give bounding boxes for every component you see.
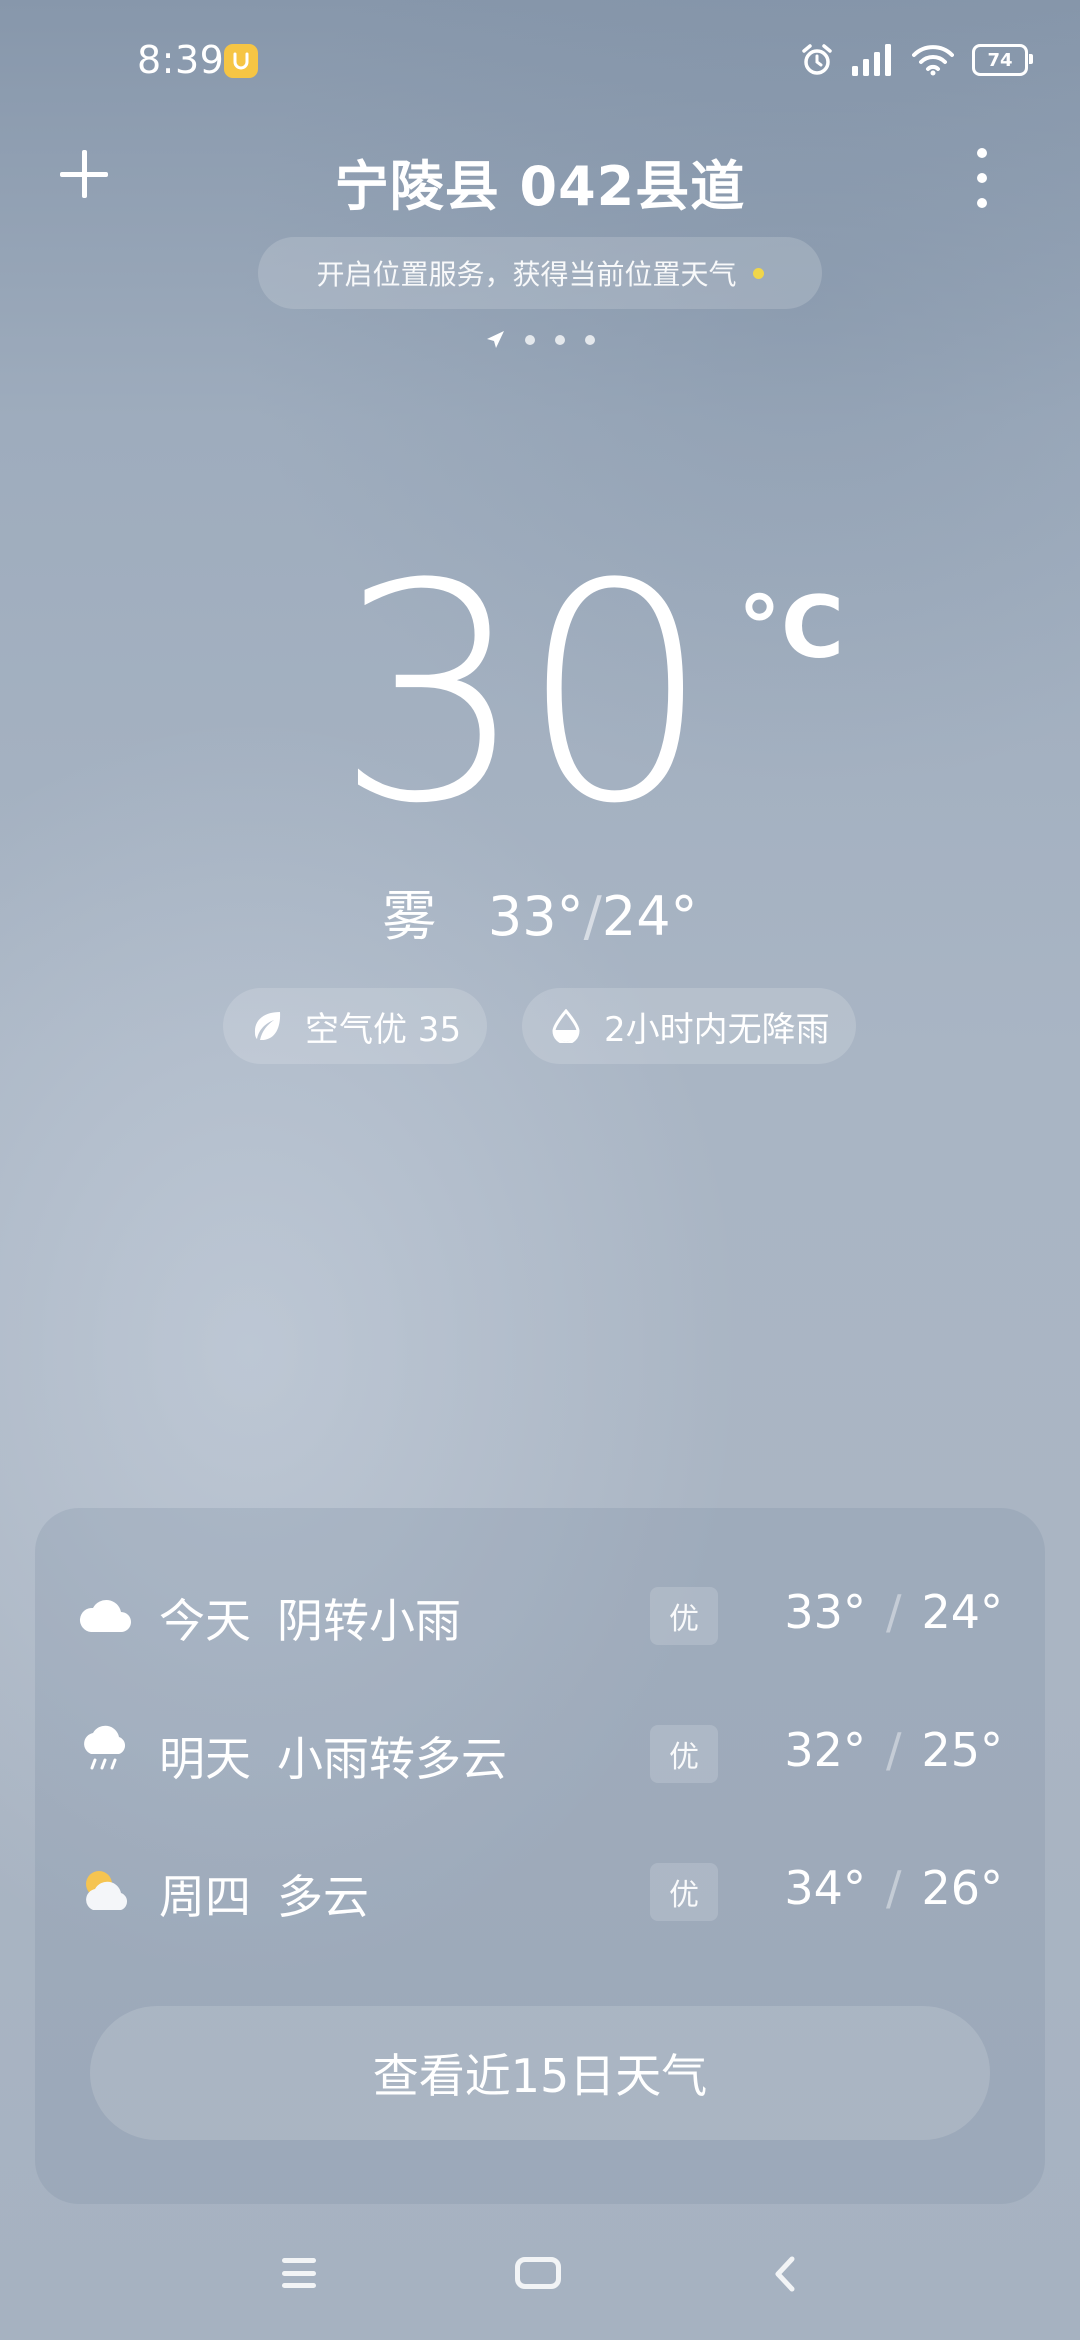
battery-level: 74 [987, 49, 1013, 71]
forecast-temps: 34° / 26° [784, 1861, 1003, 1915]
location-service-banner[interactable]: 开启位置服务，获得当前位置天气 [258, 237, 822, 309]
rain-forecast-chip[interactable]: 2小时内无降雨 [522, 988, 856, 1064]
forecast-row-tomorrow[interactable]: 明天 小雨转多云 优 32° / 25° [35, 1698, 1045, 1808]
forecast-temp-separator: / [885, 1861, 902, 1915]
rain-forecast-text: 2小时内无降雨 [604, 1009, 830, 1050]
forecast-condition: 多云 [277, 1870, 369, 1924]
current-temperature: 30 [335, 520, 711, 869]
page-indicator [0, 330, 1080, 350]
forecast-card: 今天 阴转小雨 优 33° / 24° 明天 小雨转多云 优 32° / 25° 周四 … [35, 1508, 1045, 2204]
page-dot [525, 335, 535, 345]
cloudy-icon [79, 1599, 131, 1632]
forecast-condition: 阴转小雨 [277, 1594, 461, 1648]
forecast-low: 24° [921, 1585, 1003, 1639]
battery-icon: 74 [972, 44, 1033, 76]
wifi-icon [912, 45, 954, 76]
forecast-day: 周四 [159, 1870, 251, 1924]
aqi-badge: 优 [650, 1725, 718, 1783]
forecast-condition: 小雨转多云 [277, 1732, 507, 1786]
more-options-button[interactable] [962, 148, 1002, 208]
notice-dot-icon [752, 267, 764, 279]
view-15-day-forecast-button[interactable]: 查看近15日天气 [90, 2006, 990, 2140]
leaf-icon [249, 1008, 285, 1044]
partly-cloudy-icon [86, 1871, 128, 1910]
air-quality-chip[interactable]: 空气优 35 [223, 988, 487, 1064]
forecast-temp-separator: / [885, 1723, 902, 1777]
current-condition: 雾 [382, 885, 437, 948]
forecast-high: 32° [784, 1723, 866, 1777]
forecast-temp-separator: / [885, 1585, 902, 1639]
forecast-temps: 33° / 24° [784, 1585, 1003, 1639]
nav-home-button[interactable] [515, 2257, 561, 2289]
light-rain-icon [84, 1725, 126, 1770]
city-title: 宁陵县 042县道 [334, 155, 746, 218]
nav-back-button[interactable] [768, 2255, 804, 2293]
forecast-day: 明天 [159, 1732, 251, 1786]
forecast-low: 26° [921, 1861, 1003, 1915]
current-high: 33° [487, 885, 584, 948]
forecast-high: 33° [784, 1585, 866, 1639]
signal-icon [852, 44, 891, 76]
forecast-high: 34° [784, 1861, 866, 1915]
location-arrow-icon [487, 331, 504, 348]
page-dot [585, 335, 595, 345]
status-icons: 74 [800, 40, 1033, 80]
location-service-text: 开启位置服务，获得当前位置天气 [316, 258, 737, 291]
page-dot [555, 335, 565, 345]
temperature-unit: °C [738, 578, 845, 678]
water-drop-icon [548, 1008, 584, 1044]
current-low: 24° [601, 885, 698, 948]
app-notification-icon [224, 44, 258, 78]
aqi-badge: 优 [650, 1863, 718, 1921]
forecast-row-thursday[interactable]: 周四 多云 优 34° / 26° [35, 1836, 1045, 1946]
air-quality-text: 空气优 35 [305, 1009, 462, 1050]
alarm-icon [802, 44, 832, 75]
temp-separator: / [583, 885, 602, 948]
current-condition-line: 雾 33°/24° [0, 872, 1080, 951]
aqi-badge: 优 [650, 1587, 718, 1645]
forecast-day: 今天 [159, 1594, 251, 1648]
forecast-row-today[interactable]: 今天 阴转小雨 优 33° / 24° [35, 1560, 1045, 1670]
nav-menu-button[interactable] [282, 2258, 316, 2288]
forecast-low: 25° [921, 1723, 1003, 1777]
status-time: 8:39 [137, 38, 225, 82]
forecast-temps: 32° / 25° [784, 1723, 1003, 1777]
